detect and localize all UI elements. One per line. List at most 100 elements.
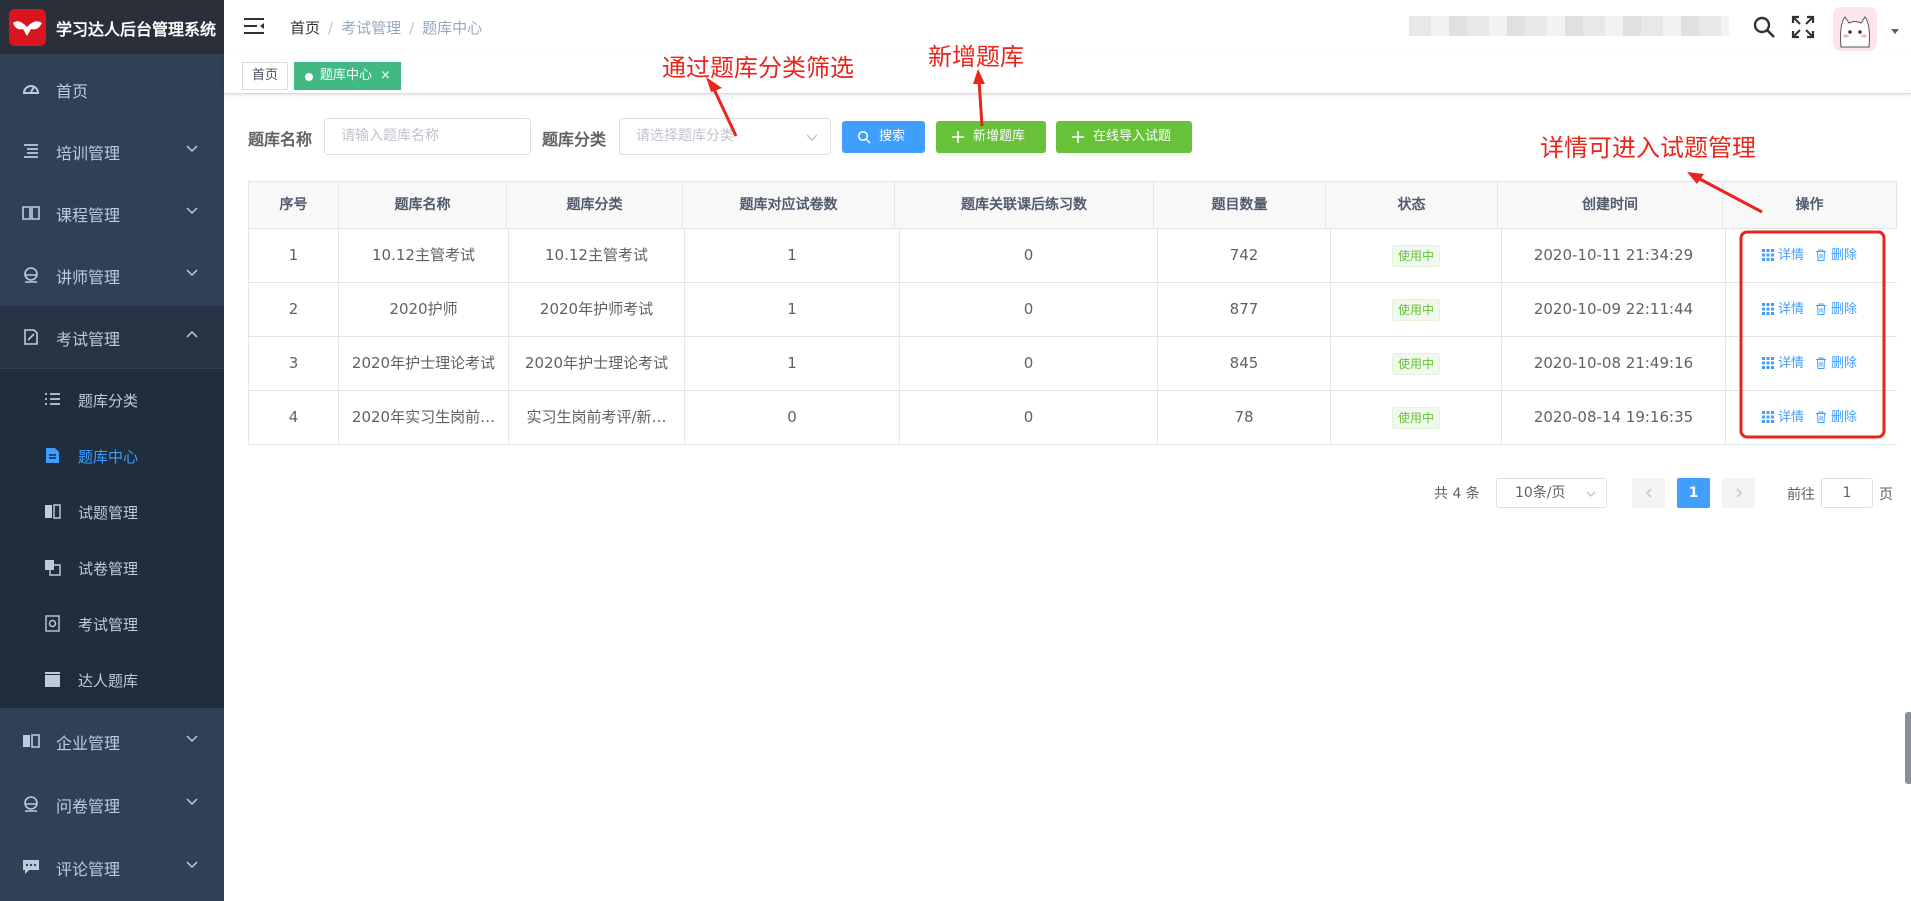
breadcrumb-current: 题库中心 [422,19,483,37]
chevron-down-icon [186,861,198,869]
sidebar-item-training[interactable]: 培训管理 [0,120,224,182]
detail-link[interactable]: 详情 [1762,229,1804,282]
category-select[interactable]: 请选择题库分类 [619,118,831,155]
add-question-bank-button[interactable]: 新增题库 [936,121,1046,153]
column-header: 题库分类 [507,182,683,228]
sidebar: 学习达人后台管理系统 首页 培训管理 课程管理 讲师管理 考试管理 题库分类 题… [0,0,224,901]
sidebar-item-survey[interactable]: 问卷管理 [0,773,224,835]
detail-link[interactable]: 详情 [1762,283,1804,336]
chevron-down-icon [186,269,198,277]
logo-bar: 学习达人后台管理系统 [0,0,224,54]
cell-papers: 1 [685,337,900,390]
hamburger-icon[interactable] [243,15,265,37]
cell-created: 2020-10-08 21:49:16 [1502,337,1726,390]
page-size-value: 10条/页 [1515,485,1566,501]
avatar[interactable] [1833,7,1877,51]
column-header: 创建时间 [1498,182,1723,228]
cell-created: 2020-10-09 22:11:44 [1502,283,1726,336]
sidebar-item-expert-bank[interactable]: 达人题库 [0,652,224,708]
sidebar-item-label: 问卷管理 [56,797,121,816]
logo-icon [9,9,46,46]
import-questions-button[interactable]: 在线导入试题 [1056,121,1192,153]
cell-name: 2020年实习生岗前… [339,391,509,444]
cell-name: 10.12主管考试 [339,229,509,282]
delete-link[interactable]: 删除 [1815,391,1857,444]
search-button[interactable]: 搜索 [842,121,925,153]
cell-index: 3 [249,337,339,390]
breadcrumb-separator: / [409,19,415,37]
scrollbar-handle[interactable] [1905,712,1911,784]
caret-down-icon[interactable] [1890,26,1900,36]
sidebar-item-label: 达人题库 [78,672,139,690]
tag-question-bank[interactable]: 题库中心 × [294,62,401,90]
app-title: 学习达人后台管理系统 [56,20,217,39]
chevron-down-icon [186,145,198,153]
sidebar-item-question-category[interactable]: 题库分类 [0,372,224,428]
delete-link[interactable]: 删除 [1815,229,1857,282]
sidebar-item-question-bank[interactable]: 题库中心 [0,428,224,484]
cell-actions: 详情 删除 [1726,391,1898,444]
cell-actions: 详情 删除 [1726,229,1898,282]
fullscreen-icon[interactable] [1791,15,1815,39]
survey-icon [24,796,38,812]
page-number-button[interactable]: 1 [1677,478,1710,508]
chevron-left-icon [1645,488,1652,498]
sidebar-item-label: 讲师管理 [56,268,121,287]
column-header: 题库对应试卷数 [683,182,895,228]
sidebar-item-paper-manage[interactable]: 试卷管理 [0,540,224,596]
sidebar-item-exam[interactable]: 考试管理 [0,306,224,368]
breadcrumb-home[interactable]: 首页 [290,17,320,38]
company-icon [23,734,40,748]
sidebar-item-question-manage[interactable]: 试题管理 [0,484,224,540]
sidebar-item-label: 题库分类 [78,392,139,410]
sidebar-item-label: 试题管理 [78,504,139,522]
cell-created: 2020-10-11 21:34:29 [1502,229,1726,282]
prev-page-button[interactable] [1632,478,1665,508]
cell-category: 2020年护师考试 [509,283,685,336]
close-icon[interactable]: × [380,68,391,83]
detail-link[interactable]: 详情 [1762,391,1804,444]
sidebar-item-comment[interactable]: 评论管理 [0,836,224,898]
chevron-up-icon [186,330,198,338]
search-icon[interactable] [1751,14,1777,40]
table-row: 3 2020年护士理论考试 2020年护士理论考试 1 0 845 使用中 20… [248,337,1897,391]
teacher-icon [24,267,38,283]
search-icon [857,130,871,144]
column-header: 题库关联课后练习数 [895,182,1154,228]
goto-page-input[interactable]: 1 [1821,478,1873,508]
column-header: 操作 [1795,197,1824,213]
dashboard-icon [22,85,40,94]
delete-link[interactable]: 删除 [1815,283,1857,336]
exam-submenu: 题库分类 题库中心 试题管理 试卷管理 考试管理 达人题库 [0,369,224,708]
next-page-button[interactable] [1722,478,1755,508]
cell-index: 2 [249,283,339,336]
breadcrumb-exam[interactable]: 考试管理 [341,17,401,38]
delete-link[interactable]: 删除 [1815,337,1857,390]
name-search-input[interactable]: 请输入题库名称 [324,118,531,155]
breadcrumb-separator: / [328,19,334,37]
sidebar-item-company[interactable]: 企业管理 [0,710,224,772]
detail-link[interactable]: 详情 [1762,337,1804,390]
sidebar-item-exam-manage[interactable]: 考试管理 [0,596,224,652]
plus-icon [1072,131,1084,143]
sidebar-item-label: 课程管理 [56,206,121,225]
clapper-icon [45,672,60,687]
sidebar-item-course[interactable]: 课程管理 [0,182,224,244]
cell-questions: 845 [1158,337,1331,390]
sidebar-item-home[interactable]: 首页 [0,58,224,120]
cell-exercises: 0 [900,337,1158,390]
cell-index: 1 [249,229,339,282]
sidebar-item-label: 企业管理 [56,734,121,753]
book-icon [22,206,40,220]
grid-icon [1762,411,1774,423]
tag-home[interactable]: 首页 [242,62,289,90]
trash-icon [1816,303,1826,315]
sidebar-item-teacher[interactable]: 讲师管理 [0,244,224,306]
pagination-total: 共 4 条 [1434,486,1480,502]
cell-name: 2020护师 [339,283,509,336]
cell-exercises: 0 [900,229,1158,282]
cell-actions: 详情 删除 [1726,283,1898,336]
status-badge: 使用中 [1391,244,1440,267]
trash-icon [1816,249,1826,261]
page-size-select[interactable]: 10条/页 [1496,478,1607,508]
